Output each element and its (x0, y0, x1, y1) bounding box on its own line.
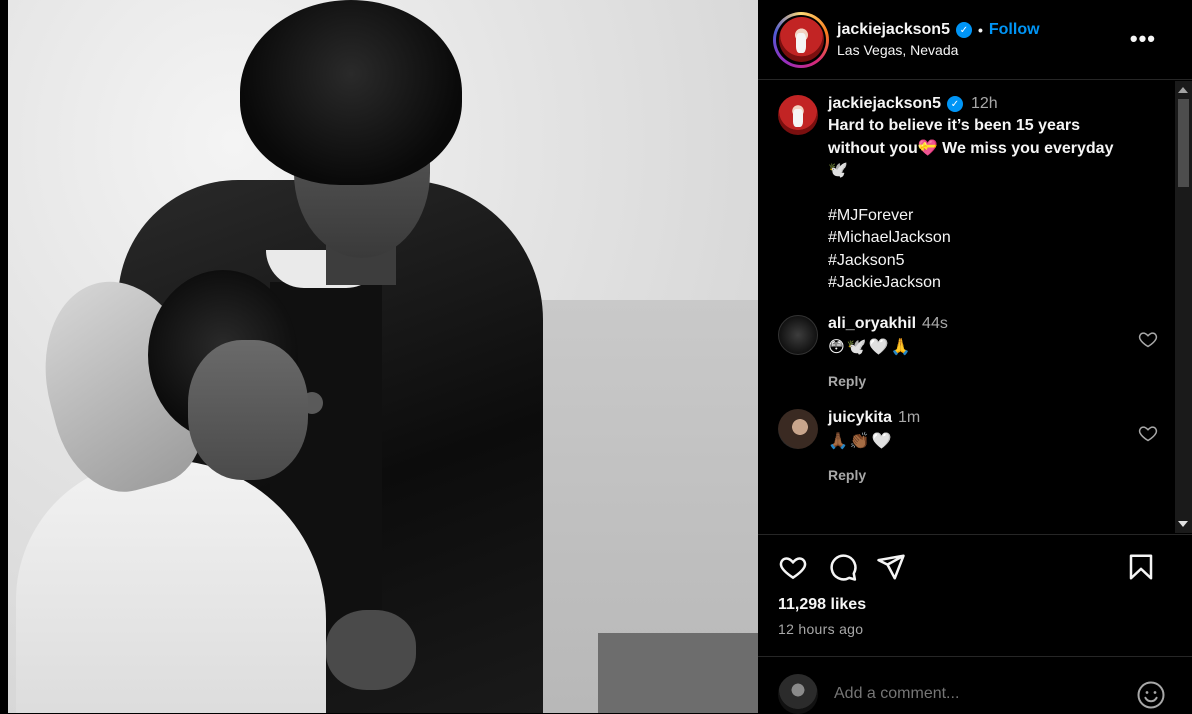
caption-time[interactable]: 12h (971, 95, 998, 113)
scroll-thumb[interactable] (1178, 99, 1189, 187)
comment-time[interactable]: 44s (922, 315, 948, 333)
more-options-icon[interactable]: ••• (1130, 26, 1156, 52)
scroll-down-arrow-icon[interactable] (1178, 521, 1188, 527)
heart-icon[interactable] (778, 552, 808, 582)
hashtag-list: #MJForever #MichaelJackson #Jackson5 #Ja… (828, 205, 1128, 295)
divider (758, 534, 1192, 535)
caption-author-avatar[interactable] (778, 95, 818, 135)
divider (758, 656, 1192, 657)
commenter-avatar[interactable] (778, 314, 818, 355)
comment-text: 😳🕊️🤍🙏 (828, 338, 913, 356)
post-header: jackiejackson5 ✓ • Follow Las Vegas, Nev… (758, 0, 1192, 80)
add-comment-input[interactable] (834, 685, 1104, 703)
comments-scrollbar[interactable] (1175, 81, 1192, 533)
author-avatar-ring[interactable] (773, 11, 829, 68)
comment-item: juicykita 1m 🙏🏾👏🏾🤍 Reply (758, 408, 1192, 483)
commenter-username[interactable]: juicykita (828, 409, 892, 427)
post-photo-pane (0, 0, 758, 713)
post-photo[interactable] (8, 0, 758, 713)
hashtag-link[interactable]: #MJForever (828, 205, 1128, 228)
caption-text: Hard to believe it’s been 15 years witho… (828, 117, 1114, 179)
post-location[interactable]: Las Vegas, Nevada (837, 42, 1040, 58)
verified-badge-icon: ✓ (946, 96, 963, 112)
author-username[interactable]: jackiejackson5 (837, 21, 950, 39)
add-comment-bar (778, 674, 1178, 714)
caption-username[interactable]: jackiejackson5 (828, 95, 941, 113)
post-timestamp[interactable]: 12 hours ago (778, 621, 863, 637)
hashtag-link[interactable]: #JackieJackson (828, 272, 1128, 295)
comment-icon[interactable] (828, 552, 858, 582)
separator-dot: • (977, 22, 983, 38)
comment-text: 🙏🏾👏🏾🤍 (828, 432, 894, 450)
comment-item: ali_oryakhil 44s 😳🕊️🤍🙏 Reply (758, 314, 1192, 389)
comment-like-heart-icon[interactable] (1138, 423, 1158, 443)
reply-button[interactable]: Reply (828, 467, 920, 483)
commenter-username[interactable]: ali_oryakhil (828, 315, 916, 333)
post-actions-bar (778, 552, 1178, 584)
hashtag-link[interactable]: #Jackson5 (828, 250, 1128, 273)
scroll-up-arrow-icon[interactable] (1178, 87, 1188, 93)
bookmark-icon[interactable] (1126, 552, 1156, 582)
comment-time[interactable]: 1m (898, 409, 920, 427)
verified-badge-icon: ✓ (955, 22, 972, 38)
paper-plane-icon[interactable] (876, 552, 906, 582)
hashtag-link[interactable]: #MichaelJackson (828, 227, 1128, 250)
reply-button[interactable]: Reply (828, 373, 948, 389)
post-caption: jackiejackson5 ✓ 12h Hard to believe it’… (758, 81, 1192, 295)
post-side-panel: jackiejackson5 ✓ • Follow Las Vegas, Nev… (758, 0, 1192, 714)
smiley-icon[interactable] (1136, 680, 1166, 710)
post-modal: jackiejackson5 ✓ • Follow Las Vegas, Nev… (0, 0, 1192, 714)
current-user-avatar (778, 674, 818, 714)
comment-like-heart-icon[interactable] (1138, 329, 1158, 349)
comments-list[interactable]: jackiejackson5 ✓ 12h Hard to believe it’… (758, 81, 1192, 533)
likes-count[interactable]: 11,298 likes (778, 596, 866, 614)
follow-button[interactable]: Follow (989, 21, 1040, 39)
author-avatar (778, 17, 824, 62)
commenter-avatar[interactable] (778, 408, 818, 449)
